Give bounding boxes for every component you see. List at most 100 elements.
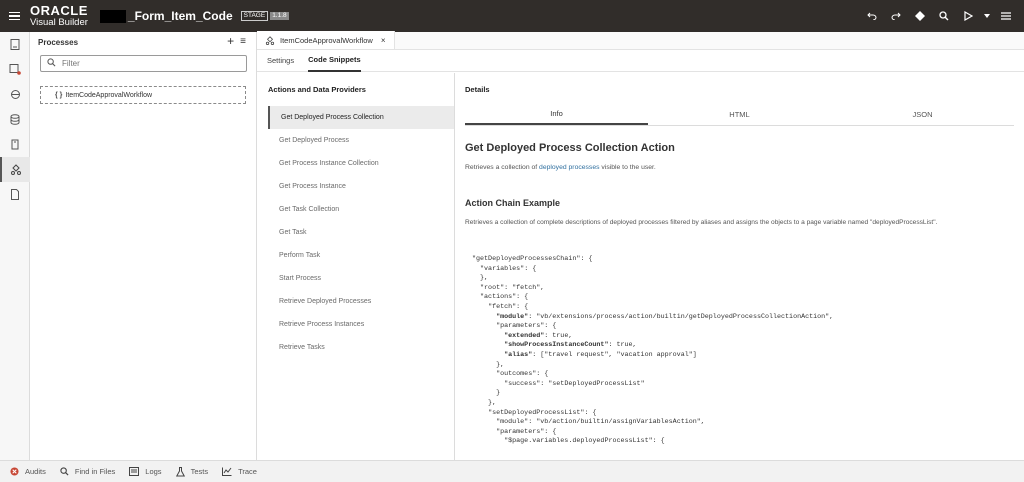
code-line: "outcomes": { xyxy=(496,370,549,379)
code-line: } xyxy=(472,389,501,398)
code-line: }, xyxy=(472,274,489,283)
logs-icon xyxy=(129,467,140,476)
description-text-end: visible to the user. xyxy=(599,164,656,171)
process-tree-item[interactable]: { } ItemCodeApprovalWorkflow xyxy=(40,86,246,104)
action-item[interactable]: Get Process Instance xyxy=(257,175,454,198)
source-icon[interactable] xyxy=(0,182,30,207)
code-line: "setDeployedProcessList": { xyxy=(488,408,597,417)
logs-label: Logs xyxy=(145,467,162,476)
brand-oracle: ORACLE xyxy=(30,3,88,19)
action-description: Retrieves a collection of deployed proce… xyxy=(465,164,656,171)
audits-button[interactable]: Audits xyxy=(10,467,46,476)
search-icon xyxy=(60,467,69,476)
web-apps-icon[interactable] xyxy=(0,82,30,107)
document-tab[interactable]: ItemCodeApprovalWorkflow × xyxy=(257,31,395,49)
search-icon[interactable] xyxy=(932,0,956,32)
action-item[interactable]: Get Process Instance Collection xyxy=(257,152,454,175)
redacted-block xyxy=(99,9,126,23)
error-icon xyxy=(10,467,19,476)
code-line: "parameters": { xyxy=(496,427,557,436)
find-in-files-button[interactable]: Find in Files xyxy=(60,467,115,476)
brand-visual-builder: Visual Builder xyxy=(30,17,88,29)
diamond-icon[interactable] xyxy=(908,0,932,32)
logs-button[interactable]: Logs xyxy=(129,467,162,476)
play-icon[interactable] xyxy=(956,0,980,32)
processes-panel: Processes + ≡ { } ItemCodeApprovalWorkfl… xyxy=(30,32,257,460)
page-icon[interactable] xyxy=(0,32,30,57)
code-line: "showProcessInstanceCount": true, xyxy=(504,341,637,350)
code-line: "extended": true, xyxy=(504,331,573,340)
code-line: "module": "vb/action/builtin/assignVaria… xyxy=(496,418,705,427)
action-heading: Get Deployed Process Collection Action xyxy=(465,142,675,154)
processes-title: Processes xyxy=(38,37,79,47)
close-icon[interactable]: × xyxy=(381,36,386,45)
tab-html[interactable]: HTML xyxy=(648,103,831,125)
action-item[interactable]: Perform Task xyxy=(257,244,454,267)
bottom-toolbar: Audits Find in Files Logs Tests Trace xyxy=(0,460,1024,482)
code-line: }, xyxy=(472,360,505,369)
redo-icon[interactable] xyxy=(884,0,908,32)
oracle-logo: ORACLE Visual Builder xyxy=(30,4,88,28)
search-icon xyxy=(47,58,56,69)
find-in-files-label: Find in Files xyxy=(74,467,116,476)
tests-button[interactable]: Tests xyxy=(175,466,208,477)
code-line: "module": "vb/extensions/process/action/… xyxy=(496,312,834,321)
layout-icon[interactable] xyxy=(0,57,30,82)
action-item[interactable]: Retrieve Deployed Processes xyxy=(257,290,454,313)
tab-code-snippets[interactable]: Code Snippets xyxy=(308,50,361,72)
braces-icon: { } xyxy=(55,91,63,99)
actions-list-panel: Actions and Data Providers Get Deployed … xyxy=(257,73,455,460)
action-item[interactable]: Get Task Collection xyxy=(257,198,454,221)
trace-button[interactable]: Trace xyxy=(222,467,257,476)
filter-field[interactable] xyxy=(40,55,247,72)
example-description: Retrieves a collection of complete descr… xyxy=(465,219,938,226)
action-item[interactable]: Get Deployed Process xyxy=(257,129,454,152)
action-item[interactable]: Retrieve Tasks xyxy=(257,336,454,359)
chevron-down-icon[interactable] xyxy=(980,0,994,32)
tab-info[interactable]: Info xyxy=(465,103,648,125)
code-line: "variables": { xyxy=(480,264,537,273)
details-title: Details xyxy=(465,85,490,94)
code-line: "alias": ["travel request", "vacation ap… xyxy=(504,350,697,359)
code-line: "fetch": { xyxy=(488,302,529,311)
application-name: _Form_Item_Code xyxy=(127,9,233,23)
code-line: "actions": { xyxy=(480,293,529,302)
processes-icon[interactable] xyxy=(0,157,30,182)
tab-settings[interactable]: Settings xyxy=(267,50,294,72)
trace-label: Trace xyxy=(238,467,257,476)
undo-icon[interactable] xyxy=(860,0,884,32)
trace-icon xyxy=(222,467,232,476)
version-badge: 1.1.8 xyxy=(270,11,289,21)
description-text: Retrieves a collection of xyxy=(465,164,540,171)
actions-section-title: Actions and Data Providers xyxy=(268,85,366,94)
menu-icon[interactable] xyxy=(994,0,1018,32)
process-icon xyxy=(265,35,275,45)
deployed-processes-link[interactable]: deployed processes xyxy=(539,164,599,171)
navigator-rail xyxy=(0,32,30,460)
stage-badge: STAGE xyxy=(240,10,269,22)
hamburger-menu-icon[interactable] xyxy=(4,0,24,32)
document-tab-label: ItemCodeApprovalWorkflow xyxy=(280,35,373,45)
code-line: "$page.variables.deployedProcessList": { xyxy=(504,437,665,446)
code-line: }, xyxy=(472,398,497,407)
action-item[interactable]: Get Task xyxy=(257,221,454,244)
example-heading: Action Chain Example xyxy=(465,198,561,208)
code-line: "parameters": { xyxy=(496,322,557,331)
filter-input[interactable] xyxy=(62,59,232,68)
editor-area: ItemCodeApprovalWorkflow × Settings Code… xyxy=(257,31,1024,460)
details-panel: Details Info HTML JSON Get Deployed Proc… xyxy=(455,73,1024,460)
action-item[interactable]: Get Deployed Process Collection xyxy=(268,106,454,129)
add-process-button[interactable]: + xyxy=(227,34,234,48)
audits-label: Audits xyxy=(25,467,46,476)
database-icon[interactable] xyxy=(0,107,30,132)
processes-menu-icon[interactable]: ≡ xyxy=(240,36,246,47)
code-line: "root": "fetch", xyxy=(480,283,545,292)
action-item[interactable]: Retrieve Process Instances xyxy=(257,313,454,336)
top-header: ORACLE Visual Builder _Form_Item_Code ST… xyxy=(0,0,1024,32)
code-line: "getDeployedProcessesChain": { xyxy=(472,255,593,263)
tab-json[interactable]: JSON xyxy=(831,103,1014,125)
action-item[interactable]: Start Process xyxy=(257,267,454,290)
process-item-label: ItemCodeApprovalWorkflow xyxy=(65,91,153,99)
code-line: "success": "setDeployedProcessList" xyxy=(504,379,645,388)
business-objects-icon[interactable] xyxy=(0,132,30,157)
